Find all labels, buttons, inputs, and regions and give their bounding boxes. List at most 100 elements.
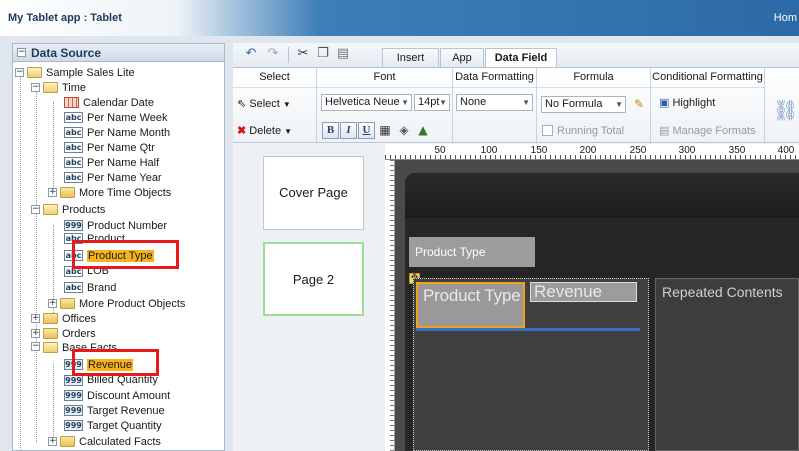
- fill-color-icon[interactable]: ◈: [396, 122, 412, 138]
- measure-icon: 999: [64, 220, 83, 231]
- editor-area: ↶ ↷ ✂ ❐ ▤ Insert App Data Field Select ⇖…: [233, 43, 799, 451]
- font-size-select[interactable]: 14pt ▼: [414, 94, 450, 111]
- tree-item-time[interactable]: − Time: [31, 80, 86, 95]
- quick-toolbar: ↶ ↷ ✂ ❐ ▤ Insert App Data Field: [233, 43, 799, 68]
- manage-formats-icon: ▤: [659, 124, 670, 137]
- attribute-icon: abc: [64, 157, 83, 168]
- undo-icon[interactable]: ↶: [243, 46, 259, 62]
- measure-icon: 999: [64, 405, 83, 416]
- select-button[interactable]: ⇖ Select ▼: [237, 97, 291, 110]
- tree-item-brand[interactable]: abc Brand: [64, 280, 116, 295]
- tab-app[interactable]: App: [440, 48, 484, 67]
- ribbon: Select ⇖ Select ▼ ✖ Delete ▼ Font Helvet…: [233, 67, 799, 144]
- product-type-prompt[interactable]: Product Type: [409, 237, 535, 267]
- tree-guide: [36, 87, 37, 443]
- tree-item-product-number[interactable]: 999 Product Number: [64, 218, 167, 233]
- attribute-icon: abc: [64, 172, 83, 183]
- folder-open-icon: [43, 342, 58, 353]
- highlight-icon: ▣: [659, 96, 670, 109]
- tree-item-root[interactable]: − Sample Sales Lite: [15, 65, 135, 80]
- font-color-icon[interactable]: ▲: [415, 122, 431, 138]
- folder-icon: [43, 313, 58, 324]
- folder-icon: [60, 298, 75, 309]
- table-row-indicator: [416, 328, 640, 331]
- underline-button[interactable]: U: [358, 122, 375, 139]
- collapse-icon[interactable]: −: [31, 83, 40, 92]
- app-title: My Tablet app : Tablet: [8, 12, 122, 24]
- tree-item-products[interactable]: − Products: [31, 202, 105, 217]
- formula-edit-icon[interactable]: ✎: [631, 96, 647, 112]
- italic-button[interactable]: I: [340, 122, 357, 139]
- collapse-icon[interactable]: −: [17, 48, 26, 57]
- folder-open-icon: [43, 204, 58, 215]
- cut-icon[interactable]: ✂: [295, 46, 311, 62]
- measure-icon: 999: [64, 375, 83, 386]
- tree-item-more-time-objects[interactable]: + More Time Objects: [48, 185, 171, 200]
- chevron-down-icon: ▼: [401, 98, 409, 107]
- callout-product-type: [72, 240, 179, 269]
- pointer-icon: ⇖: [237, 97, 247, 110]
- expand-icon[interactable]: +: [31, 329, 40, 338]
- tree-item-per-name-month[interactable]: abc Per Name Month: [64, 125, 170, 140]
- data-source-header[interactable]: − Data Source: [13, 44, 224, 62]
- collapse-icon[interactable]: −: [31, 205, 40, 214]
- tree-item-calculated-facts[interactable]: + Calculated Facts: [48, 434, 161, 449]
- tree-item-calendar-date[interactable]: Calendar Date: [64, 95, 154, 110]
- revenue-column[interactable]: Revenue: [530, 282, 637, 302]
- collapse-icon[interactable]: −: [31, 342, 40, 351]
- chevron-down-icon: ▼: [284, 127, 293, 136]
- tree-item-orders[interactable]: + Orders: [31, 326, 96, 341]
- tablet-device: Product Type ✥ Product Type Revenue Repe…: [405, 173, 799, 451]
- copy-icon[interactable]: ❐: [315, 46, 331, 62]
- tree-item-target-revenue[interactable]: 999 Target Revenue: [64, 403, 165, 418]
- formula-select[interactable]: No Formula ▼: [541, 96, 626, 113]
- tree-item-per-name-year[interactable]: abc Per Name Year: [64, 170, 162, 185]
- callout-revenue: [72, 349, 159, 376]
- paste-icon[interactable]: ▤: [335, 46, 351, 62]
- chevron-down-icon: ▼: [282, 100, 291, 109]
- product-type-column[interactable]: Product Type: [416, 282, 525, 328]
- tab-insert[interactable]: Insert: [382, 48, 439, 67]
- calendar-icon: [64, 97, 79, 108]
- ribbon-group-font: Font Helvetica Neue ▼ 14pt ▼ B I U ▦ ◈ ▲: [317, 68, 453, 144]
- repeated-contents-area[interactable]: Repeated Contents: [655, 278, 799, 451]
- tree-item-per-name-week[interactable]: abc Per Name Week: [64, 110, 168, 125]
- border-icon[interactable]: ▦: [377, 122, 393, 138]
- page-thumb-page-2[interactable]: Page 2: [263, 242, 364, 316]
- tree-guide: [53, 363, 54, 438]
- expand-icon[interactable]: +: [48, 188, 57, 197]
- expand-icon[interactable]: +: [48, 437, 57, 446]
- redo-icon[interactable]: ↷: [265, 46, 281, 62]
- tree-item-discount-amount[interactable]: 999 Discount Amount: [64, 388, 170, 403]
- folder-open-icon: [43, 82, 58, 93]
- tree-item-billed-quantity[interactable]: 999 Billed Quantity: [64, 375, 158, 386]
- manage-formats-button[interactable]: ▤ Manage Formats: [659, 124, 756, 137]
- collapse-icon[interactable]: −: [15, 68, 24, 77]
- font-name-select[interactable]: Helvetica Neue ▼: [321, 94, 412, 111]
- tree-item-offices[interactable]: + Offices: [31, 311, 96, 326]
- attribute-icon: abc: [64, 142, 83, 153]
- delete-button[interactable]: ✖ Delete ▼: [237, 124, 292, 137]
- tree-item-per-name-half[interactable]: abc Per Name Half: [64, 155, 159, 170]
- tree-item-more-product-objects[interactable]: + More Product Objects: [48, 296, 185, 311]
- repeating-table[interactable]: Product Type Revenue: [413, 278, 649, 451]
- link-icon[interactable]: ⛓: [773, 100, 798, 120]
- toolbar-divider: [288, 47, 289, 63]
- tree-item-per-name-qtr[interactable]: abc Per Name Qtr: [64, 140, 155, 155]
- chevron-down-icon: ▼: [439, 98, 447, 107]
- ribbon-group-conditional-formatting: Conditional Formatting ▣ Highlight ▤ Man…: [651, 68, 765, 144]
- tab-data-field[interactable]: Data Field: [485, 48, 557, 68]
- expand-icon[interactable]: +: [48, 299, 57, 308]
- expand-icon[interactable]: +: [31, 314, 40, 323]
- tree-guide: [53, 102, 54, 192]
- running-total-checkbox[interactable]: Running Total: [542, 125, 624, 137]
- chevron-down-icon: ▼: [615, 100, 623, 109]
- highlight-button[interactable]: ▣ Highlight: [659, 96, 715, 109]
- data-format-select[interactable]: None ▼: [456, 94, 533, 111]
- ribbon-group-data-formatting: Data Formatting None ▼: [453, 68, 537, 144]
- home-link[interactable]: Hom: [774, 12, 797, 24]
- tree-item-target-quantity[interactable]: 999 Target Quantity: [64, 418, 162, 433]
- bold-button[interactable]: B: [322, 122, 339, 139]
- app-title-bar: My Tablet app : Tablet Hom: [0, 0, 799, 36]
- page-thumb-cover[interactable]: Cover Page: [263, 156, 364, 230]
